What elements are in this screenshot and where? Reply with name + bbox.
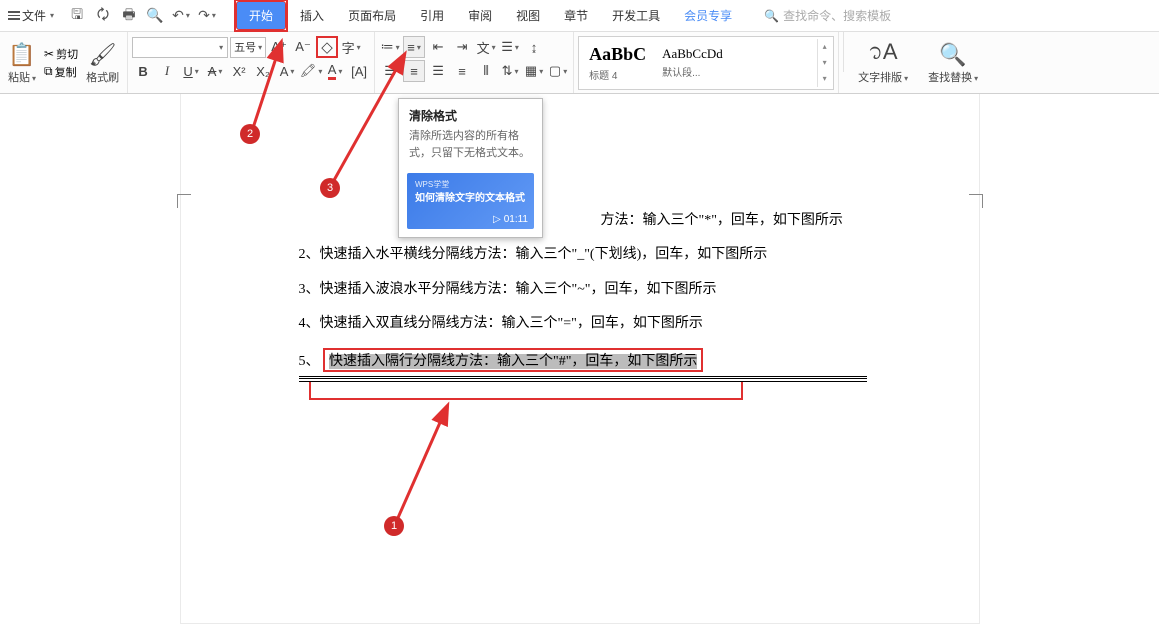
annotation-arrows [0,0,1159,624]
annotation-badge-2: 2 [240,124,260,144]
annotation-badge-1: 1 [384,516,404,536]
annotation-badge-3: 3 [320,178,340,198]
